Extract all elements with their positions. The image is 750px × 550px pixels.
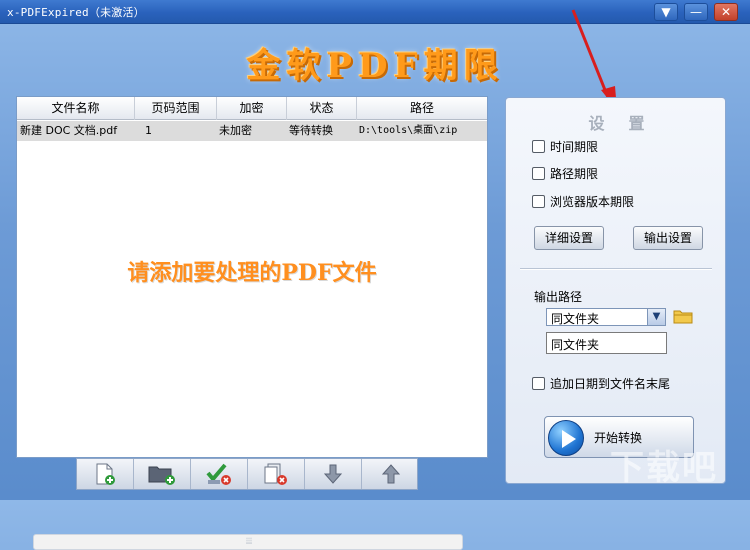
append-date-option[interactable]: 追加日期到文件名末尾 <box>532 375 670 391</box>
window-title: x-PDFExpired（未激活） <box>7 6 145 19</box>
add-folder-button[interactable] <box>134 459 191 489</box>
browser-version-limit-label: 浏览器版本期限 <box>550 194 635 209</box>
scrollbar-grip-icon: ⦙⦙⦙ <box>245 537 253 547</box>
path-limit-label: 路径期限 <box>550 166 599 181</box>
path-limit-checkbox[interactable] <box>532 166 545 180</box>
browser-version-limit-option[interactable]: 浏览器版本期限 <box>532 193 634 209</box>
detail-settings-button[interactable]: 详细设置 <box>534 226 604 250</box>
time-limit-option[interactable]: 时间期限 <box>532 138 598 154</box>
output-path-input[interactable]: 同文件夹 <box>546 332 667 354</box>
watermark-logo: 下载吧 <box>610 448 718 488</box>
append-date-label: 追加日期到文件名末尾 <box>550 376 671 391</box>
cell-filename: 新建 DOC 文档.pdf <box>20 124 118 137</box>
cell-encryption: 未加密 <box>219 124 252 137</box>
chevron-down-icon: ▼ <box>661 5 671 19</box>
empty-list-hint: 请添加要处理的PDF文件 <box>127 260 377 286</box>
output-path-select-value: 同文件夹 <box>551 312 600 326</box>
folder-icon[interactable] <box>673 308 693 324</box>
minimize-icon: — <box>690 5 702 19</box>
settings-panel: 设置 时间期限 路径期限 浏览器版本期限 详细设置 输出设置 输出路径 同文件夹… <box>505 97 726 484</box>
table-row[interactable]: 新建 DOC 文档.pdf 1 未加密 等待转换 D:\tools\桌面\zip <box>17 121 487 141</box>
time-limit-checkbox[interactable] <box>532 139 545 153</box>
browser-version-limit-checkbox[interactable] <box>532 194 545 208</box>
play-icon <box>548 420 584 456</box>
append-date-checkbox[interactable] <box>532 376 545 390</box>
add-folder-icon <box>148 466 175 485</box>
app-banner: 金软PDF期限 <box>246 46 504 86</box>
move-up-button[interactable] <box>362 459 419 489</box>
chevron-down-icon[interactable]: ▼ <box>647 309 665 325</box>
column-header-filename[interactable]: 文件名称 <box>17 97 135 120</box>
cell-status: 等待转换 <box>289 124 333 137</box>
close-button[interactable]: ✕ <box>714 3 738 21</box>
add-file-button[interactable] <box>77 459 134 489</box>
column-header-encryption[interactable]: 加密 <box>217 97 287 120</box>
file-toolbar <box>76 458 418 490</box>
close-icon: ✕ <box>720 5 732 19</box>
column-header-page-range[interactable]: 页码范围 <box>135 97 217 120</box>
remove-file-button[interactable] <box>248 459 305 489</box>
path-limit-option[interactable]: 路径期限 <box>532 165 598 181</box>
add-file-icon <box>96 463 115 485</box>
output-settings-button[interactable]: 输出设置 <box>633 226 703 250</box>
column-header-status[interactable]: 状态 <box>287 97 357 120</box>
window-titlebar: x-PDFExpired（未激活） ▼ — ✕ <box>0 0 750 24</box>
move-down-button[interactable] <box>305 459 362 489</box>
file-list-panel: 文件名称 页码范围 加密 状态 路径 新建 DOC 文档.pdf 1 未加密 等… <box>16 96 488 550</box>
divider <box>520 268 712 270</box>
arrow-down-icon <box>323 464 343 484</box>
clear-checked-icon <box>206 463 231 485</box>
horizontal-scrollbar[interactable]: ⦙⦙⦙ <box>33 534 463 550</box>
clear-checked-button[interactable] <box>191 459 248 489</box>
cell-path: D:\tools\桌面\zip <box>359 125 458 136</box>
output-path-label: 输出路径 <box>534 290 583 304</box>
remove-file-icon <box>264 463 287 485</box>
time-limit-label: 时间期限 <box>550 139 599 154</box>
minimize-button[interactable]: — <box>684 3 708 21</box>
column-header-path[interactable]: 路径 <box>357 97 487 120</box>
cell-page-range: 1 <box>145 124 152 137</box>
settings-title: 设置 <box>588 114 669 133</box>
menu-button[interactable]: ▼ <box>654 3 678 21</box>
output-path-select[interactable]: 同文件夹 ▼ <box>546 308 666 326</box>
table-header: 文件名称 页码范围 加密 状态 路径 <box>17 97 487 120</box>
arrow-up-icon <box>381 464 400 484</box>
